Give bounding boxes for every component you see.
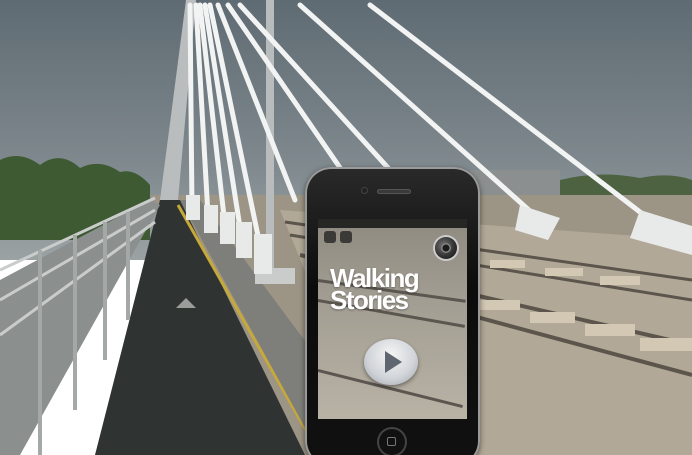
smartphone: Walking Stories [305, 167, 480, 455]
home-button-icon[interactable] [377, 427, 407, 455]
bridge-photo-scene: Walking Stories [0, 0, 692, 455]
app-screen: Walking Stories [318, 219, 467, 419]
app-title: Walking Stories [330, 265, 460, 315]
toolbar-chip-right[interactable] [340, 231, 352, 243]
status-bar [318, 219, 467, 228]
top-toolbar [324, 231, 352, 243]
speaker-grille [377, 189, 411, 194]
toolbar-chip-left[interactable] [324, 231, 336, 243]
play-icon[interactable] [364, 339, 418, 385]
app-title-line2: Stories [330, 285, 409, 315]
camera-icon[interactable] [435, 237, 457, 259]
front-camera-icon [361, 187, 368, 194]
